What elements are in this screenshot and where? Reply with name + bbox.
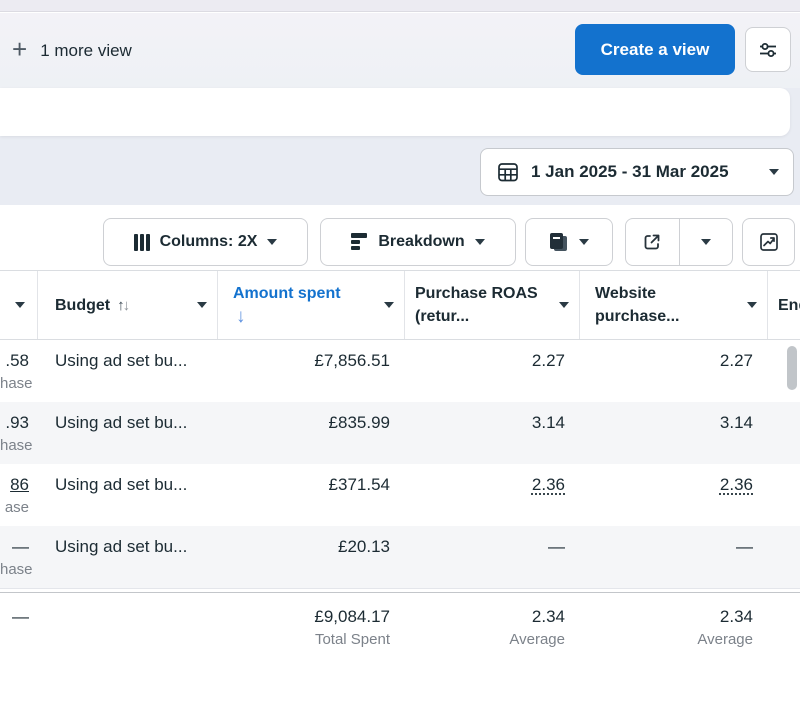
adjust-sliders-icon <box>757 39 779 61</box>
export-icon <box>642 232 662 252</box>
column-header-cost-clipped[interactable]: t <box>0 271 38 339</box>
table-body: .58 hase Using ad set bu... £7,856.51 2.… <box>0 340 800 589</box>
cost-total-cell: — <box>0 593 38 627</box>
caret-down-icon <box>747 302 757 308</box>
amount-spent-cell: £7,856.51 <box>218 340 405 402</box>
cost-sub-label: ase <box>0 499 29 516</box>
website-purchase-cell: 2.36 <box>580 464 768 526</box>
views-bar: + 1 more view Create a view <box>0 13 800 88</box>
amount-spent-header-label: Amount spent <box>233 285 341 302</box>
website-purchase-value-link[interactable]: 2.36 <box>720 475 753 494</box>
cost-per-purchase-cell: 86 ase <box>0 464 38 526</box>
breakdown-icon <box>351 233 368 251</box>
breakdown-label: Breakdown <box>378 233 464 251</box>
budget-header-label: Budget <box>55 294 110 317</box>
purchase-roas-cell: 2.27 <box>405 340 580 402</box>
cost-sub-label: hase <box>0 375 29 392</box>
column-header-amount-spent[interactable]: Amount spent ↓ <box>218 271 405 339</box>
sorted-descending-icon: ↓ <box>236 307 404 327</box>
export-split-button <box>625 218 733 266</box>
column-header-purchase-roas[interactable]: Purchase ROAS (retur... <box>405 271 580 339</box>
date-range-picker[interactable]: 1 Jan 2025 - 31 Mar 2025 <box>480 148 794 196</box>
table-summary-row: — £9,084.17 Total Spent 2.34 Average 2.3… <box>0 592 800 677</box>
view-settings-button[interactable] <box>745 27 791 72</box>
calendar-icon <box>496 160 520 184</box>
top-strip <box>0 0 800 12</box>
charts-button[interactable] <box>742 218 795 266</box>
caret-down-icon <box>769 169 779 175</box>
caret-down-icon <box>701 239 711 245</box>
cost-per-purchase-cell: .93 hase <box>0 402 38 464</box>
columns-label: Columns: 2X <box>160 233 258 251</box>
cost-sub-label: hase <box>0 561 29 578</box>
create-a-view-button[interactable]: Create a view <box>575 24 735 75</box>
column-header-website-purchase[interactable]: Website purchase... <box>580 271 768 339</box>
caret-down-icon <box>475 239 485 245</box>
ads-manager-screen: + 1 more view Create a view <box>0 0 800 713</box>
column-header-budget[interactable]: Budget ↑↓ <box>38 271 218 339</box>
purchase-roas-value-link[interactable]: 2.36 <box>532 475 565 494</box>
more-views-button[interactable]: + 1 more view <box>12 13 132 88</box>
export-button[interactable] <box>626 219 679 265</box>
table-row: — hase Using ad set bu... £20.13 — — <box>0 526 800 588</box>
caret-down-icon <box>15 302 25 308</box>
amount-spent-cell: £835.99 <box>218 402 405 464</box>
ends-header-label: Ends <box>778 294 800 317</box>
cost-per-purchase-cell: .58 hase <box>0 340 38 402</box>
budget-cell: Using ad set bu... <box>38 402 218 464</box>
cost-value-link[interactable]: 86 <box>10 475 29 494</box>
breakdown-dropdown-button[interactable]: Breakdown <box>320 218 516 266</box>
amount-spent-cell: £371.54 <box>218 464 405 526</box>
columns-icon <box>134 234 150 251</box>
reports-dropdown-button[interactable] <box>525 218 613 266</box>
purchase-roas-cell: 2.36 <box>405 464 580 526</box>
budget-cell: Using ad set bu... <box>38 340 218 402</box>
amount-spent-total-cell: £9,084.17 Total Spent <box>218 593 405 648</box>
average-label: Average <box>580 631 753 648</box>
reports-icon <box>550 233 569 252</box>
caret-down-icon <box>197 302 207 308</box>
table-card: Columns: 2X Breakdown <box>0 205 800 713</box>
website-purchase-cell: 2.27 <box>580 340 768 402</box>
more-views-label: 1 more view <box>40 41 132 61</box>
table-header: t Budget ↑↓ Amount spent ↓ Purchase ROAS… <box>0 270 800 340</box>
table-row: .58 hase Using ad set bu... £7,856.51 2.… <box>0 340 800 402</box>
vertical-scrollbar-thumb[interactable] <box>787 346 797 390</box>
average-label: Average <box>405 631 565 648</box>
website-purchase-header-label: Website purchase... <box>595 282 730 328</box>
date-range-label: 1 Jan 2025 - 31 Mar 2025 <box>531 162 758 182</box>
table-row: 86 ase Using ad set bu... £371.54 2.36 2… <box>0 464 800 526</box>
cost-per-purchase-cell: — hase <box>0 526 38 588</box>
tab-panel-edge <box>0 88 790 136</box>
purchase-roas-header-label: Purchase ROAS (retur... <box>415 282 550 328</box>
table-row: .93 hase Using ad set bu... £835.99 3.14… <box>0 402 800 464</box>
caret-down-icon <box>267 239 277 245</box>
caret-down-icon <box>559 302 569 308</box>
budget-cell: Using ad set bu... <box>38 526 218 588</box>
total-spent-label: Total Spent <box>218 631 390 648</box>
caret-down-icon <box>384 302 394 308</box>
cost-sub-label: hase <box>0 437 29 454</box>
sort-icon: ↑↓ <box>117 297 128 314</box>
column-header-ends[interactable]: Ends <box>768 271 800 339</box>
amount-spent-cell: £20.13 <box>218 526 405 588</box>
purchase-roas-average-cell: 2.34 Average <box>405 593 580 648</box>
website-purchase-average-cell: 2.34 Average <box>580 593 768 648</box>
website-purchase-cell: 3.14 <box>580 402 768 464</box>
export-options-button[interactable] <box>680 219 733 265</box>
purchase-roas-cell: — <box>405 526 580 588</box>
purchase-roas-cell: 3.14 <box>405 402 580 464</box>
budget-cell: Using ad set bu... <box>38 464 218 526</box>
columns-dropdown-button[interactable]: Columns: 2X <box>103 218 308 266</box>
chart-trend-icon <box>758 231 780 253</box>
plus-icon: + <box>12 36 27 62</box>
website-purchase-cell: — <box>580 526 768 588</box>
caret-down-icon <box>579 239 589 245</box>
